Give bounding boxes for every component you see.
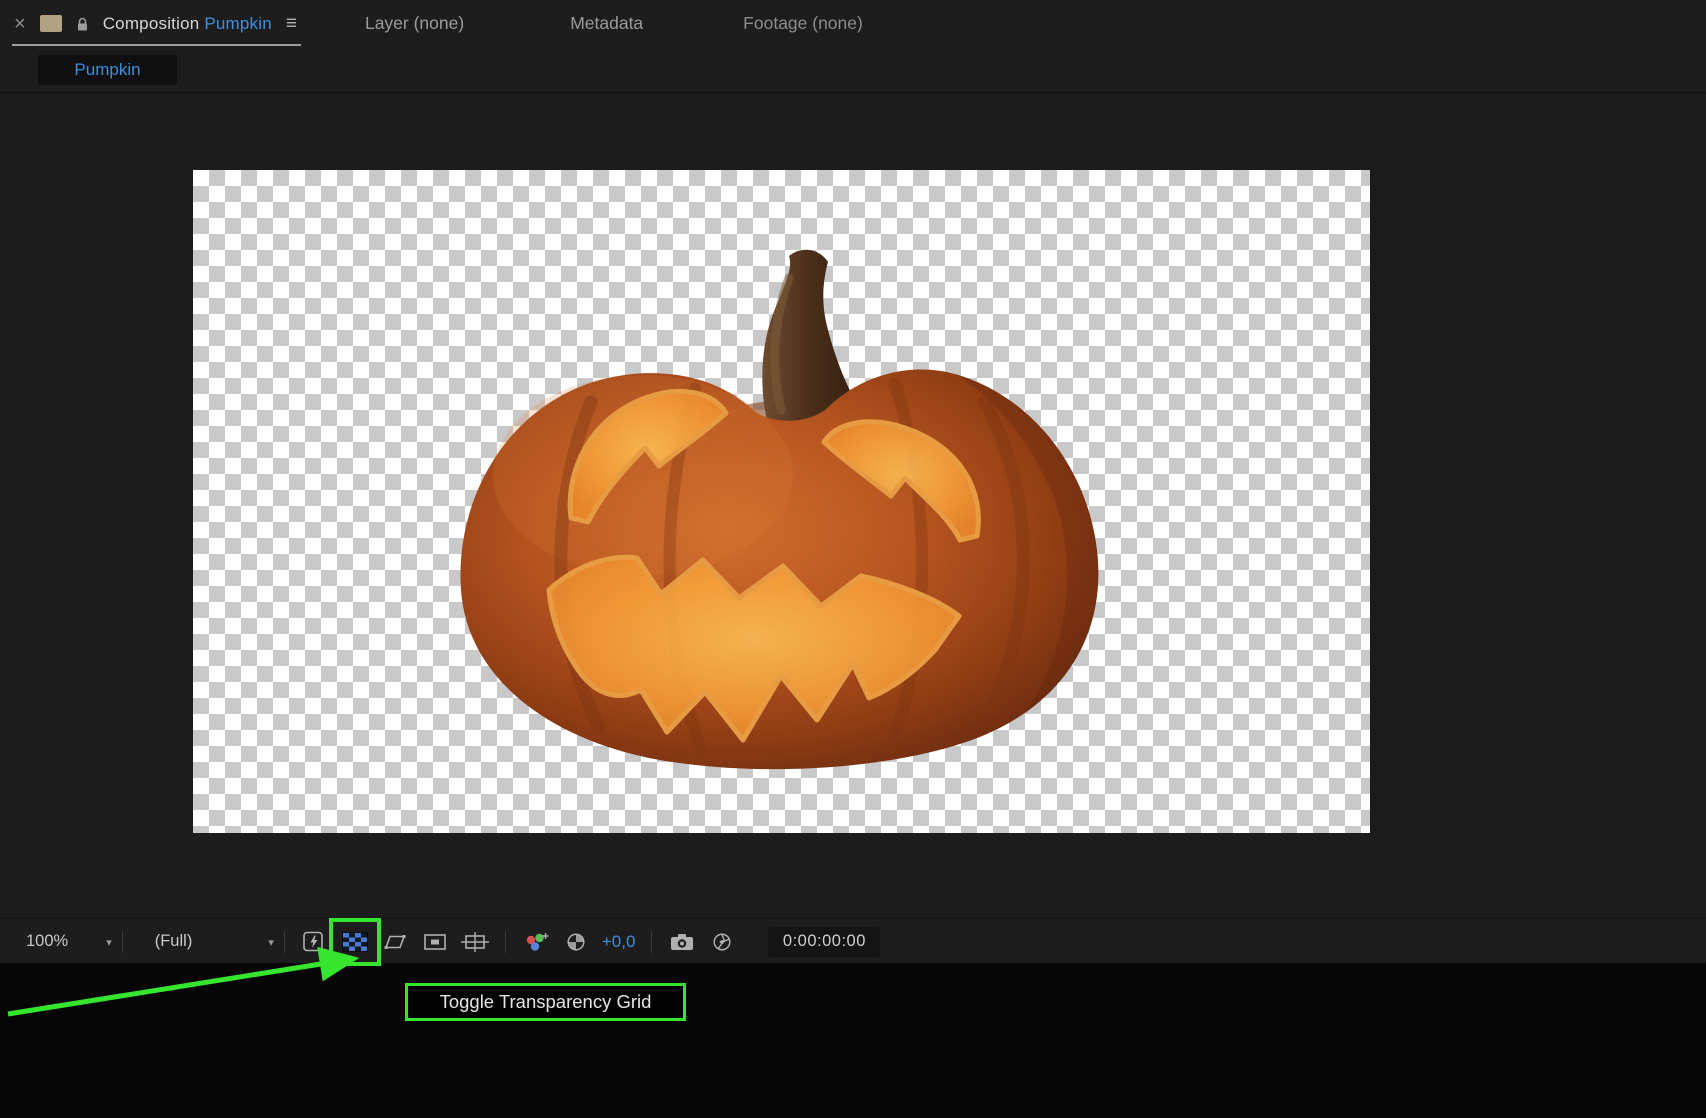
comp-navigator-row: Pumpkin bbox=[0, 47, 1706, 93]
tab-footage[interactable]: Footage (none) bbox=[743, 13, 863, 34]
channel-icon bbox=[526, 932, 549, 951]
toolbar-separator bbox=[504, 930, 506, 953]
mask-visibility-icon bbox=[384, 934, 406, 949]
comp-nav-tab-pumpkin[interactable]: Pumpkin bbox=[38, 55, 177, 85]
toolbar-separator bbox=[121, 930, 123, 953]
current-time-display[interactable]: 0:00:00:00 bbox=[768, 926, 881, 957]
safe-margins-icon bbox=[460, 931, 489, 952]
reset-exposure-icon bbox=[567, 932, 585, 951]
transparency-grid-toggle-button[interactable] bbox=[328, 917, 381, 966]
panel-menu-icon[interactable]: ≡ bbox=[286, 14, 297, 33]
tab-composition[interactable]: × Composition Pumpkin ≡ bbox=[0, 0, 307, 47]
close-icon[interactable]: × bbox=[14, 14, 26, 34]
show-snapshot-icon bbox=[713, 932, 731, 951]
transparency-grid-icon bbox=[341, 931, 368, 952]
take-snapshot-button[interactable] bbox=[665, 926, 699, 958]
grid-guides-options-button[interactable] bbox=[418, 926, 452, 958]
tab-layer[interactable]: Layer (none) bbox=[365, 13, 464, 34]
tab-composition-label: Composition Pumpkin bbox=[103, 14, 272, 34]
resolution-dropdown[interactable]: (Full) ▾ bbox=[133, 932, 274, 951]
panel-color-swatch bbox=[39, 15, 62, 32]
tooltip-toggle-transparency-grid: Toggle Transparency Grid bbox=[405, 983, 686, 1021]
toolbar-separator bbox=[283, 930, 285, 953]
composition-name: Pumpkin bbox=[204, 13, 272, 33]
mask-path-visibility-button[interactable] bbox=[378, 926, 412, 958]
show-channel-button[interactable] bbox=[519, 926, 553, 958]
show-snapshot-button[interactable] bbox=[705, 926, 739, 958]
viewer-toolbar: 100% ▾ (Full) ▾ +0,0 0:00:00:00 bbox=[0, 917, 1706, 966]
toolbar-separator bbox=[651, 930, 653, 953]
lock-icon[interactable] bbox=[76, 16, 89, 32]
resolution-value: (Full) bbox=[154, 932, 193, 950]
magnification-value: 100% bbox=[26, 932, 69, 950]
viewer-tab-bar: × Composition Pumpkin ≡ Layer (none) Met… bbox=[0, 0, 1706, 47]
composition-viewer[interactable] bbox=[0, 93, 1706, 918]
fast-preview-button[interactable] bbox=[298, 926, 332, 958]
grid-guides-icon bbox=[424, 933, 446, 950]
after-effects-window: { "colors": { "accent_blue": "#3f8ede", … bbox=[0, 0, 1706, 1118]
chevron-down-icon: ▾ bbox=[106, 937, 112, 949]
magnification-dropdown[interactable]: 100% ▾ bbox=[0, 932, 112, 951]
composition-canvas-transparency-grid[interactable] bbox=[193, 170, 1370, 833]
exposure-value[interactable]: +0,0 bbox=[602, 932, 636, 952]
app-background-strip bbox=[0, 963, 1706, 1118]
pumpkin-artwork bbox=[460, 249, 1099, 770]
reset-exposure-button[interactable] bbox=[559, 926, 593, 958]
chevron-down-icon: ▾ bbox=[268, 937, 274, 949]
panel-name: Composition bbox=[102, 13, 200, 33]
tab-metadata[interactable]: Metadata bbox=[570, 13, 643, 34]
fast-preview-icon bbox=[303, 931, 327, 953]
region-of-interest-button[interactable] bbox=[458, 926, 492, 958]
snapshot-icon bbox=[671, 933, 694, 950]
